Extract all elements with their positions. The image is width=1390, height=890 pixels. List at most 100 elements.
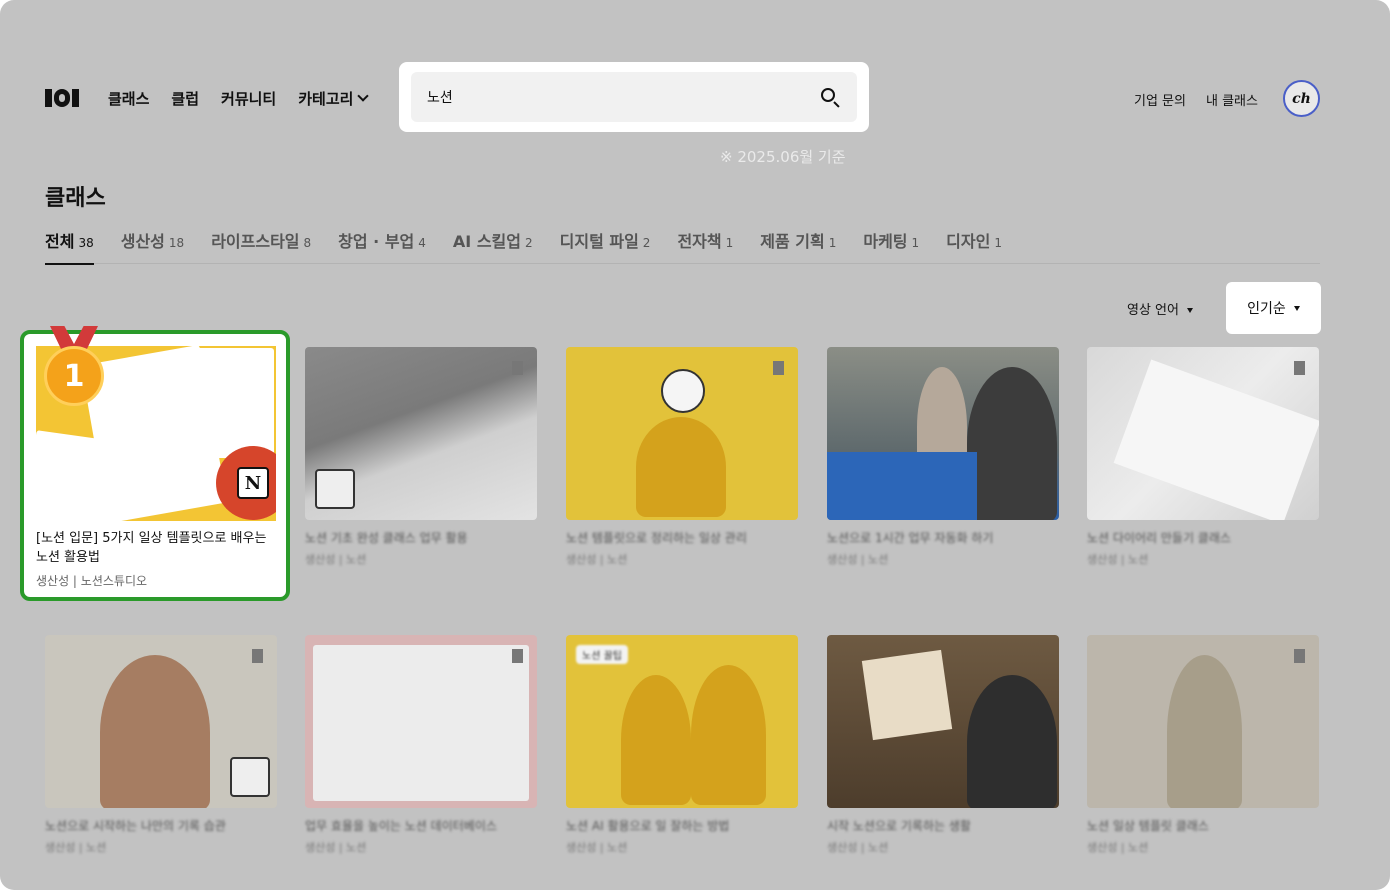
tab-all[interactable]: 전체 38 [45,228,94,265]
card-thumbnail [45,635,277,808]
search-bar[interactable] [411,72,857,122]
card-thumbnail [305,635,537,808]
bookmark-icon[interactable] [773,361,784,375]
card-title: 노션 기초 완성 클래스 업무 활용 [305,531,468,545]
instructor-image [100,655,210,808]
card-meta: 생산성 | 노션 [827,841,889,854]
card-title: [노션 입문] 5가지 일상 템플릿으로 배우는 노션 활용법 [36,531,267,565]
character-image [691,665,766,805]
card-tag: 노션 꿀팁 [576,645,628,664]
character-image [621,675,691,805]
date-note: ※ 2025.06월 기준 [720,148,846,166]
nav-item-club[interactable]: 클럽 [171,88,199,109]
my-class-link[interactable]: 내 클래스 [1206,90,1258,109]
tab-marketing[interactable]: 마케팅 1 [863,228,919,264]
language-filter[interactable]: 영상 언어 [1127,299,1193,318]
instructor-image [967,367,1057,520]
search-input[interactable] [427,89,819,105]
section-title: 클래스 [45,186,106,211]
card-title: 노션으로 시작하는 나만의 기록 습관 [45,819,226,833]
right-nav: 기업 문의 내 클래스 [1134,90,1258,109]
banner-overlay [827,452,977,520]
card-title: 노션 일상 템플릿 클래스 [1087,819,1209,833]
bookmark-icon[interactable] [252,649,263,663]
notion-logo-icon: N [216,446,276,520]
class-card[interactable]: 노션 템플릿으로 정리하는 일상 관리 생산성 | 노션 [566,347,798,567]
diary-image [1113,359,1319,520]
page-frame: 클래스 클럽 커뮤니티 카테고리 ※ 2025.06월 기준 기업 문의 내 클… [0,0,1390,890]
card-title: 노션 템플릿으로 정리하는 일상 관리 [566,531,747,545]
tab-productivity[interactable]: 생산성 18 [121,228,184,264]
class-card[interactable]: 노션 꿀팁 노션 AI 활용으로 일 잘하는 방법 생산성 | 노션 [566,635,798,855]
instructor-image [967,675,1057,808]
card-title: 노션 AI 활용으로 일 잘하는 방법 [566,819,730,833]
tab-startup[interactable]: 창업 · 부업 4 [338,228,426,264]
card-thumbnail [1087,635,1319,808]
card-meta: 생산성 | 노션 [827,553,889,566]
card-thumbnail [827,635,1059,808]
class-card[interactable]: 노션으로 1시간 업무 자동화 하기 생산성 | 노션 [827,347,1059,567]
notion-logo-icon [661,369,705,413]
notion-logo-icon [315,469,355,509]
class-card[interactable]: 업무 효율을 높이는 노션 데이터베이스 생산성 | 노션 [305,635,537,855]
screenshot-image [313,645,529,801]
logo-ring [54,89,70,107]
template-page-image [194,348,274,458]
main-nav: 클래스 클럽 커뮤니티 카테고리 [108,88,370,109]
search-icon[interactable] [819,86,841,108]
search-highlight [399,62,869,132]
card-thumbnail [566,347,798,520]
card-title: 업무 효율을 높이는 노션 데이터베이스 [305,819,497,833]
tab-design[interactable]: 디자인 1 [946,228,1002,264]
avatar[interactable]: ch [1283,80,1320,117]
class-card[interactable]: 노션 다이어리 만들기 클래스 생산성 | 노션 [1087,347,1319,567]
card-meta: 생산성 | 노션 [1087,553,1149,566]
notion-logo-icon [230,757,270,797]
bookmark-icon[interactable] [512,649,523,663]
tab-product-planning[interactable]: 제품 기획 1 [760,228,836,264]
card-meta: 생산성 | 노션스튜디오 [36,574,148,588]
card-meta: 생산성 | 노션 [305,841,367,854]
class-card[interactable]: 노션 기초 완성 클래스 업무 활용 생산성 | 노션 [305,347,537,567]
category-tabs: 전체 38 생산성 18 라이프스타일 8 창업 · 부업 4 AI 스킬업 2 디지털 … [45,228,1320,265]
enterprise-inquiry-link[interactable]: 기업 문의 [1134,90,1186,109]
nav-item-community[interactable]: 커뮤니티 [221,88,276,109]
rank-medal-icon: 1 [44,326,104,410]
nav-item-category[interactable]: 카테고리 [298,88,370,109]
card-title: 시작 노션으로 기록하는 생활 [827,819,971,833]
tab-lifestyle[interactable]: 라이프스타일 8 [211,228,311,264]
character-image [636,417,726,517]
bookmark-icon[interactable] [1294,649,1305,663]
card-meta: 생산성 | 노션 [566,841,628,854]
card-thumbnail [305,347,537,520]
class-card[interactable]: 시작 노션으로 기록하는 생활 생산성 | 노션 [827,635,1059,855]
class-card[interactable]: 노션 일상 템플릿 클래스 생산성 | 노션 [1087,635,1319,855]
chevron-down-icon [357,90,370,102]
template-page-image [36,430,126,521]
caret-down-icon [1293,305,1300,311]
card-meta: 생산성 | 노션 [1087,841,1149,854]
medal-rank: 1 [44,346,104,406]
caret-down-icon [1186,308,1193,313]
card-title: 노션 다이어리 만들기 클래스 [1087,531,1231,545]
instructor-image [1167,655,1242,808]
card-meta: 생산성 | 노션 [566,553,628,566]
bookmark-icon[interactable] [512,361,523,375]
tab-ai-skillup[interactable]: AI 스킬업 2 [453,228,533,264]
class-card[interactable]: 노션으로 시작하는 나만의 기록 습관 생산성 | 노션 [45,635,277,855]
bookmark-icon[interactable] [1294,361,1305,375]
tab-digital-file[interactable]: 디지털 파일 2 [560,228,651,264]
card-meta: 생산성 | 노션 [305,553,367,566]
nav-item-class[interactable]: 클래스 [108,88,149,109]
logo-bar [45,89,52,107]
card-meta: 생산성 | 노션 [45,841,107,854]
logo-bar [72,89,79,107]
card-thumbnail: 노션 꿀팁 [566,635,798,808]
card-title: 노션으로 1시간 업무 자동화 하기 [827,531,994,545]
logo[interactable] [45,88,85,108]
card-thumbnail [827,347,1059,520]
tab-ebook[interactable]: 전자책 1 [677,228,733,264]
sort-dropdown[interactable]: 인기순 [1226,282,1321,334]
card-thumbnail [1087,347,1319,520]
notion-logo-icon [861,649,953,741]
